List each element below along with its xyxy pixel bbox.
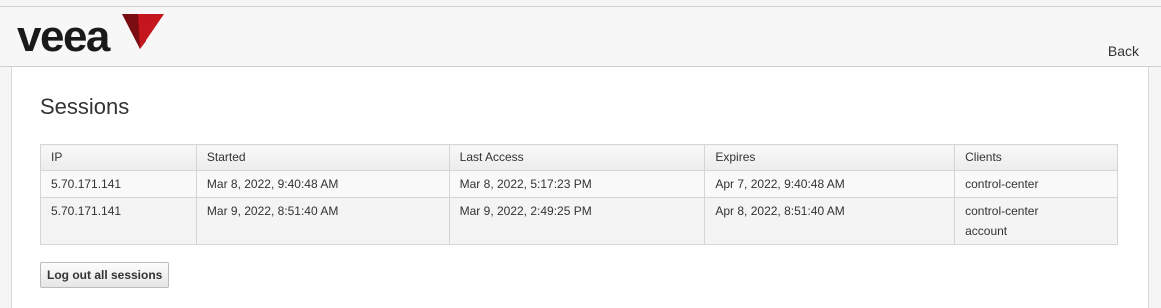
cell-expires: Apr 8, 2022, 8:51:40 AM <box>704 197 956 245</box>
table-header-row: IP Started Last Access Expires Clients <box>40 144 1118 171</box>
client-name: account <box>965 224 1008 238</box>
logout-all-sessions-button[interactable]: Log out all sessions <box>40 262 170 288</box>
main-content: Sessions IP Started Last Access Expires … <box>11 67 1149 308</box>
table-row: 5.70.171.141 Mar 9, 2022, 8:51:40 AM Mar… <box>40 197 1118 245</box>
app-header: veea Back <box>0 7 1161 67</box>
column-header-last-access: Last Access <box>448 144 706 171</box>
client-name: control-center <box>965 177 1039 191</box>
cell-ip: 5.70.171.141 <box>40 197 197 245</box>
column-header-expires: Expires <box>704 144 956 171</box>
back-link[interactable]: Back <box>1108 43 1139 59</box>
client-name: control-center <box>965 204 1039 218</box>
page-title: Sessions <box>40 94 130 119</box>
column-header-started: Started <box>195 144 450 171</box>
column-header-ip: IP <box>40 144 197 171</box>
cell-expires: Apr 7, 2022, 9:40:48 AM <box>704 170 956 198</box>
cell-clients: control-center account <box>954 197 1118 245</box>
column-header-clients: Clients <box>954 144 1118 171</box>
logo-chevron-icon <box>122 14 164 49</box>
sessions-table: IP Started Last Access Expires Clients 5… <box>40 144 1118 245</box>
cell-last-access: Mar 9, 2022, 2:49:25 PM <box>448 197 706 245</box>
cell-started: Mar 9, 2022, 8:51:40 AM <box>195 197 450 245</box>
cell-last-access: Mar 8, 2022, 5:17:23 PM <box>448 170 706 198</box>
cell-clients: control-center <box>954 170 1118 198</box>
cell-ip: 5.70.171.141 <box>40 170 197 198</box>
cell-started: Mar 8, 2022, 9:40:48 AM <box>195 170 450 198</box>
logo-wordmark: veea <box>17 12 110 61</box>
veea-logo: veea <box>17 11 167 61</box>
table-row: 5.70.171.141 Mar 8, 2022, 9:40:48 AM Mar… <box>40 170 1118 198</box>
